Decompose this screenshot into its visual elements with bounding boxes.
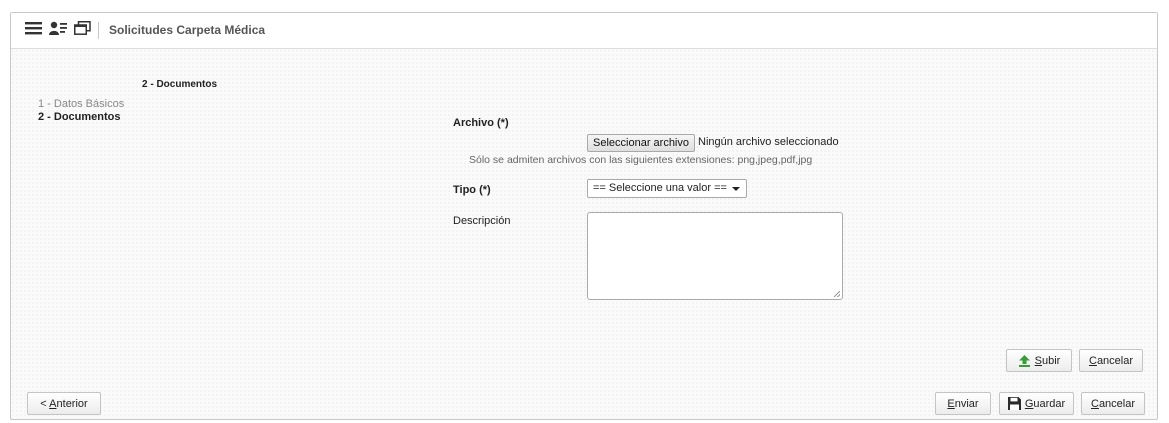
caret-down-icon [732,187,740,191]
menu-icon[interactable] [25,21,42,35]
anterior-button[interactable]: < Anterior [27,392,101,415]
tipo-select[interactable]: == Seleccione una valor == [587,179,747,198]
enviar-button[interactable]: Enviar [935,392,991,415]
header-bar: Solicitudes Carpeta Médica [11,13,1157,49]
enviar-label: Enviar [947,397,979,410]
page-title: Solicitudes Carpeta Médica [109,23,266,37]
anterior-label: < Anterior [40,397,88,410]
users-icon[interactable] [49,21,68,36]
cancelar-label: Cancelar [1090,397,1136,410]
main-window: Solicitudes Carpeta Médica 2 - Documento… [10,12,1158,420]
archivo-label: Archivo (*) [453,117,509,129]
guardar-button[interactable]: Guardar [999,392,1074,415]
step-item-datos-basicos[interactable]: 1 - Datos Básicos [38,98,124,110]
step-item-documentos[interactable]: 2 - Documentos [38,111,121,123]
subir-button[interactable]: Subir [1006,349,1072,372]
current-step-title: 2 - Documentos [142,79,218,90]
tipo-label: Tipo (*) [453,184,491,196]
subir-label: Subir [1034,354,1061,367]
tipo-select-value: == Seleccione una valor == [593,182,727,194]
select-file-button[interactable]: Seleccionar archivo [587,134,695,152]
descripcion-textarea[interactable] [587,212,843,300]
resize-grip-icon[interactable] [834,291,840,297]
cancelar-upload-label: Cancelar [1088,354,1134,367]
file-status-text: Ningún archivo seleccionado [698,136,839,148]
header-separator [98,22,99,39]
cancelar-button[interactable]: Cancelar [1081,392,1145,415]
upload-icon [1018,354,1030,367]
guardar-label: Guardar [1024,397,1066,410]
save-icon [1007,397,1021,410]
window-icon[interactable] [74,21,91,35]
cancelar-upload-button[interactable]: Cancelar [1079,349,1143,372]
file-extensions-hint: Sólo se admiten archivos con las siguien… [469,154,813,166]
descripcion-label: Descripción [453,215,511,227]
